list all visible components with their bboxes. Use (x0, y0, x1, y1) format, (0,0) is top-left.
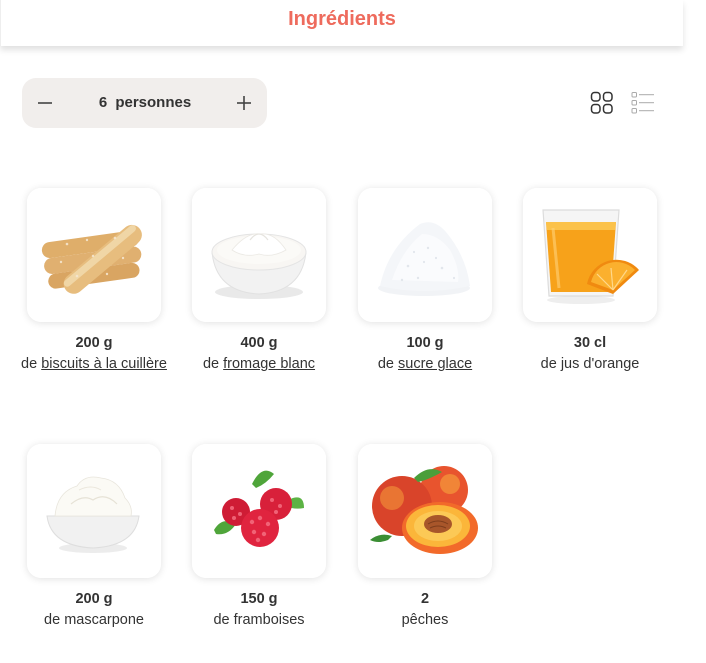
servings-count: 6 personnes (82, 94, 208, 111)
ingredient-quantity: 200 g (75, 591, 113, 607)
grid-view-button[interactable] (589, 90, 615, 116)
header-bar: Ingrédients (0, 0, 683, 46)
fromage-blanc-image (192, 188, 326, 322)
ingredient-name: framboises (233, 612, 305, 628)
ingredient-quantity: 400 g (240, 335, 278, 351)
ingredient-prefix: de (213, 612, 234, 628)
ingredient-image-ladyfingers[interactable] (27, 188, 161, 322)
list-view-icon (631, 92, 654, 114)
ingredient-prefix: de (44, 612, 65, 628)
ingredient-prefix: de (540, 356, 561, 372)
ingredient-quantity: 2 (420, 591, 430, 607)
ingredient-name: mascarpone (64, 612, 144, 628)
servings-unit: personnes (115, 94, 192, 111)
ingredient-quantity: 100 g (406, 335, 444, 351)
minus-icon (38, 102, 52, 104)
ladyfingers-image (27, 188, 161, 322)
mascarpone-image (27, 444, 161, 578)
ingredient-link[interactable]: fromage blanc (223, 356, 315, 372)
list-view-button[interactable] (630, 90, 656, 116)
ingredient-image-mascarpone[interactable] (27, 444, 161, 578)
servings-stepper: 6 personnes (22, 78, 267, 128)
page-title: Ingrédients (288, 8, 396, 30)
peaches-image (358, 444, 492, 578)
ingredient-prefix: de (202, 356, 224, 372)
ingredient-image-raspberries[interactable] (192, 444, 326, 578)
ingredient-caption: 30 cl de jus d'orange (507, 333, 673, 375)
ingredient-name: jus d'orange (560, 356, 640, 372)
grid-view-icon (590, 91, 613, 114)
plus-icon (237, 96, 251, 110)
ingredient-prefix: de (377, 356, 398, 372)
ingredient-image-orange-juice[interactable] (523, 188, 657, 322)
ingredient-caption: 2 pêches (342, 589, 508, 631)
ingredient-image-peaches[interactable] (358, 444, 492, 578)
ingredient-caption: 150 g de framboises (176, 589, 342, 631)
ingredient-quantity: 30 cl (573, 335, 607, 351)
increase-servings-button[interactable] (229, 88, 259, 118)
ingredient-link[interactable]: sucre glace (398, 356, 472, 372)
ingredient-caption: 100 g de sucre glace (342, 333, 508, 375)
ingredient-image-fromage-blanc[interactable] (192, 188, 326, 322)
ingredient-name: pêches (401, 612, 449, 628)
ingredient-caption: 200 g de biscuits à la cuillère (11, 333, 177, 375)
raspberries-image (192, 444, 326, 578)
ingredient-quantity: 150 g (240, 591, 278, 607)
ingredient-image-powdered-sugar[interactable] (358, 188, 492, 322)
powdered-sugar-image (358, 188, 492, 322)
ingredient-caption: 200 g de mascarpone (11, 589, 177, 631)
servings-number: 6 (98, 94, 108, 111)
ingredient-caption: 400 g de fromage blanc (176, 333, 342, 375)
decrease-servings-button[interactable] (30, 88, 60, 118)
ingredient-prefix: de (21, 356, 42, 372)
ingredient-quantity: 200 g (75, 335, 113, 351)
ingredient-link[interactable]: biscuits à la cuillère (41, 356, 167, 372)
orange-juice-image (523, 188, 657, 322)
